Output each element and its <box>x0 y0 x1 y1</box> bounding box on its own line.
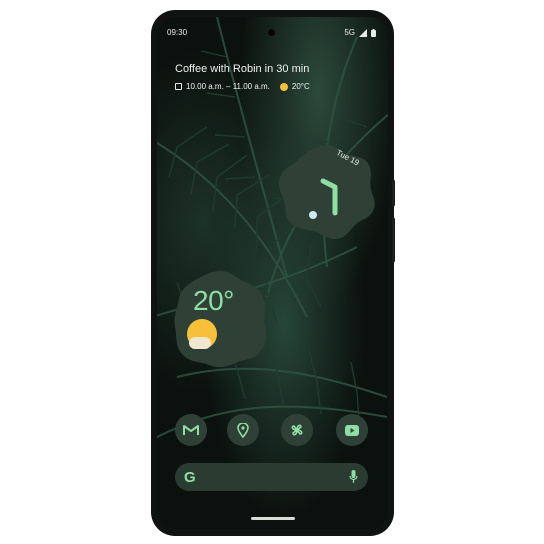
event-details[interactable]: 10.00 a.m. – 11.00 a.m. 20°C <box>175 82 310 91</box>
event-temperature: 20°C <box>291 82 310 91</box>
youtube-app[interactable] <box>336 414 368 446</box>
weather-widget[interactable] <box>173 269 269 369</box>
event-time-range: 10.00 a.m. – 11.00 a.m. <box>186 82 270 91</box>
maps-app[interactable] <box>227 414 259 446</box>
microphone-icon[interactable] <box>349 470 358 484</box>
network-label: 5G <box>344 28 355 37</box>
pinwheel-app[interactable] <box>281 414 313 446</box>
signal-icon <box>359 28 367 37</box>
status-indicators: 5G <box>344 28 376 37</box>
calendar-icon <box>175 83 182 90</box>
gmail-app[interactable] <box>175 414 207 446</box>
status-time: 09:30 <box>167 28 188 37</box>
pinwheel-icon <box>291 424 303 436</box>
maps-icon <box>237 422 249 438</box>
search-bar[interactable]: G <box>175 463 368 491</box>
youtube-icon <box>345 424 359 436</box>
home-screen: 09:30 5G Coffee with Robin in 30 min 10.… <box>157 17 388 529</box>
event-title[interactable]: Coffee with Robin in 30 min <box>175 63 309 75</box>
battery-icon <box>371 28 376 37</box>
weather-temperature: 20° <box>193 285 234 316</box>
clock-widget[interactable] <box>277 141 377 241</box>
front-camera <box>267 28 276 37</box>
weather-sun-icon <box>279 82 288 91</box>
cloud-icon <box>189 337 211 349</box>
power-button <box>392 180 395 206</box>
volume-button <box>392 218 395 262</box>
gmail-icon <box>183 425 199 435</box>
home-indicator[interactable] <box>251 517 295 520</box>
google-logo-icon: G <box>184 469 196 486</box>
